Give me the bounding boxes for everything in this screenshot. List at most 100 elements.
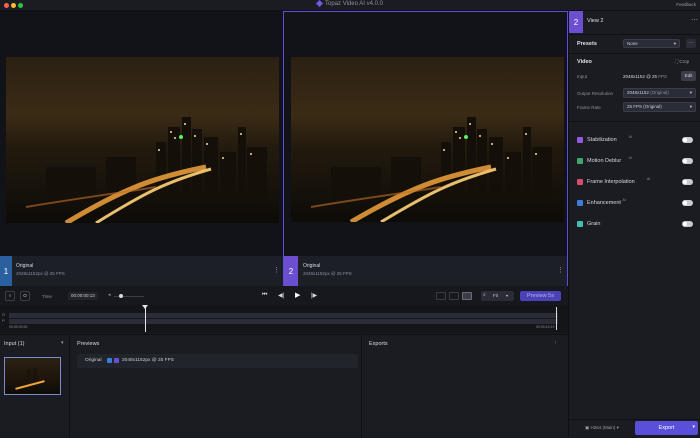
filter-toggle[interactable] <box>682 158 693 164</box>
previews-title: Previews <box>77 341 100 347</box>
output-resolution-select[interactable]: 2048x1152 (Original) ▾ <box>623 88 696 98</box>
zoom-search-icon: ⌕ <box>483 292 486 298</box>
zoom-value: Fit <box>493 293 498 298</box>
output-resolution-note: (Original) <box>650 90 669 95</box>
volume-slider-handle[interactable] <box>119 294 123 298</box>
export-button-label: Export <box>658 425 675 431</box>
city-night-image <box>310 117 552 222</box>
input-resolution: 2048x1152 @ 25 FPS <box>623 74 668 79</box>
preview-row[interactable]: Original 2048x1152px @ 25 FPS <box>77 354 358 368</box>
filter-label[interactable]: Frame Interpolation <box>587 179 635 185</box>
input-label: Input <box>577 74 588 79</box>
frame-rate-value: 25 FPS (Original) <box>627 104 662 109</box>
grain-icon <box>577 221 583 227</box>
frame-rate-label: Frame Rate <box>577 105 601 110</box>
frame-rate-select[interactable]: 25 FPS (Original) ▾ <box>623 102 696 112</box>
view-2-video <box>291 57 564 222</box>
mark-out-button[interactable]: O <box>20 291 30 301</box>
ai-badge: AI <box>646 177 651 181</box>
view-1-video <box>6 57 279 223</box>
enhancement-icon <box>577 200 583 206</box>
panel-view-title: View 2 <box>587 18 604 24</box>
input-thumbnail[interactable] <box>4 357 61 395</box>
view-1-more-icon[interactable]: ⋮ <box>273 266 280 274</box>
split-view-icon[interactable] <box>449 292 459 300</box>
topaz-logo-icon <box>315 0 324 8</box>
zoom-select[interactable]: ⌕ Fit ▾ <box>481 291 514 301</box>
presets-value: None <box>627 41 638 46</box>
input-fps-value: 25 <box>652 74 658 79</box>
chevron-down-icon: ▾ <box>673 41 676 46</box>
title-bar: Topaz Video AI v4.0.0 Feedback <box>0 0 700 11</box>
chevron-down-icon: ▾ <box>689 90 692 95</box>
single-view-icon[interactable] <box>436 292 446 300</box>
feedback-link[interactable]: Feedback <box>676 2 696 7</box>
preview-track[interactable] <box>9 319 558 324</box>
mark-in-button[interactable]: I <box>5 291 15 301</box>
view-2-info-bar: 2 Original 2048x1152px @ 25 FPS ⋮ <box>284 256 567 286</box>
out-point-marker[interactable] <box>556 307 557 330</box>
output-format-icon: ▣ <box>585 425 590 430</box>
output-resolution-label: Output Resolution <box>577 91 614 96</box>
previews-section: Previews Original 2048x1152px @ 25 FPS <box>72 335 362 438</box>
view-2-more-icon[interactable]: ⋮ <box>557 266 564 274</box>
filter-toggle[interactable] <box>682 200 693 206</box>
view-2-pane[interactable]: 2 Original 2048x1152px @ 25 FPS ⋮ <box>283 11 568 286</box>
panel-more-icon[interactable]: ⋯ <box>691 16 698 24</box>
exports-title: Exports <box>369 341 388 347</box>
edit-input-button[interactable]: Edit <box>681 71 696 81</box>
filter-toggle[interactable] <box>682 221 693 227</box>
city-night-image <box>25 117 267 223</box>
presets-label: Presets <box>577 41 597 47</box>
track-label-o: O <box>2 312 6 317</box>
panel-view-number: 2 <box>569 11 583 33</box>
original-track[interactable] <box>9 313 558 318</box>
playhead[interactable] <box>145 307 146 332</box>
time-input[interactable]: 00:00:00:13 <box>68 292 98 300</box>
exports-section: Exports ↑ <box>364 335 568 438</box>
presets-menu-button[interactable]: ⋯ <box>686 39 696 48</box>
step-forward-icon[interactable]: |▶ <box>311 292 317 299</box>
chevron-down-icon: ▾ <box>616 425 619 430</box>
ai-badge: AI <box>628 156 632 160</box>
filter-toggle[interactable] <box>682 179 693 185</box>
view-1-pane[interactable]: 1 Original 2048x1152px @ 25 FPS ⋮ <box>0 11 283 286</box>
input-collapse-icon[interactable]: ▾ <box>61 340 64 346</box>
filter-label[interactable]: Grain <box>587 221 600 227</box>
exports-menu-icon[interactable]: ↑ <box>554 340 557 346</box>
view-2-meta: 2048x1152px @ 25 FPS <box>303 271 352 276</box>
play-icon[interactable]: ▶ <box>295 291 300 299</box>
video-section-title: Video <box>577 59 592 65</box>
app-title: Topaz Video AI v4.0.0 <box>0 0 700 8</box>
skip-to-start-icon[interactable]: ⏮ <box>262 292 267 299</box>
timeline-end-time: 00:00:14:19 <box>536 325 555 329</box>
playhead-handle[interactable] <box>142 305 148 309</box>
settings-panel: 2 View 2 ⋯ Presets None ▾ ⋯ Video ⛶ Crop… <box>568 11 700 437</box>
side-by-side-view-icon[interactable] <box>462 292 472 300</box>
view-1-title: Original <box>16 263 34 269</box>
volume-icon[interactable]: ◂ <box>108 292 111 298</box>
divider <box>569 121 700 122</box>
preview-button[interactable]: Preview 5s <box>520 291 561 301</box>
filter-label[interactable]: Stabilization <box>587 137 617 143</box>
crop-button[interactable]: ⛶ Crop <box>675 59 689 64</box>
output-format-value: H264 (Main) <box>590 425 616 430</box>
filter-toggle[interactable] <box>682 137 693 143</box>
motion-deblur-icon <box>577 158 583 164</box>
view-2-number-badge: 2 <box>284 256 298 286</box>
filter-label[interactable]: Motion Deblur <box>587 158 621 164</box>
divider <box>569 419 700 420</box>
preview-row-label: Original <box>85 358 102 363</box>
view-1-number-badge: 1 <box>0 256 12 286</box>
step-back-icon[interactable]: ◀| <box>278 292 284 299</box>
export-button[interactable]: Export ▾ <box>635 421 698 435</box>
view-1-marker-icon <box>107 358 112 363</box>
output-resolution-value: 2048x1152 <box>627 90 649 95</box>
view-1-info-bar: 1 Original 2048x1152px @ 25 FPS ⋮ <box>0 256 283 286</box>
presets-select[interactable]: None ▾ <box>623 39 680 48</box>
crop-icon: ⛶ <box>675 59 679 64</box>
filter-label[interactable]: Enhancement <box>587 200 621 206</box>
output-format-select[interactable]: ▣ H264 (Main) ▾ <box>585 425 619 431</box>
timeline-start-time: 00:00:00:00 <box>9 325 28 329</box>
timeline[interactable]: O P 00:00:00:00 00:00:14:19 <box>0 305 568 332</box>
